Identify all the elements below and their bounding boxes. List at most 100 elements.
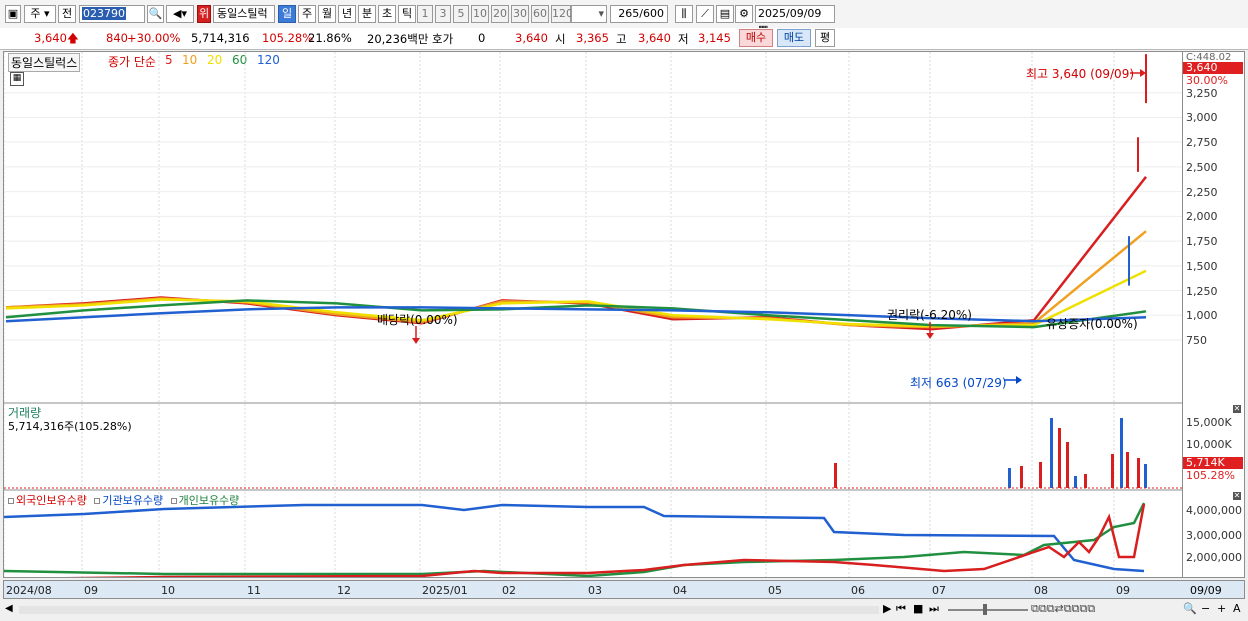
price-tick: 2,250 xyxy=(1186,185,1218,199)
rewind-icon[interactable]: ⏮ xyxy=(896,602,906,616)
price-tick: 2,750 xyxy=(1186,136,1218,150)
trade-amount: 20,236백만 xyxy=(367,32,429,46)
current-price-tag: 3,640 xyxy=(1183,62,1243,74)
price-tick: 1,500 xyxy=(1186,259,1218,273)
dividend-annotation: 배당락(0.00%) xyxy=(377,313,458,327)
interval-tab[interactable]: 5 xyxy=(453,5,469,23)
y-axis[interactable]: C:448.02 3,640 30.00% 3,250 3,000 2,750 2,5… xyxy=(1183,51,1245,578)
interval-tab[interactable]: 30 xyxy=(511,5,529,23)
period-tab[interactable]: 일 xyxy=(278,5,296,23)
zoom-slider-handle[interactable] xyxy=(983,604,987,615)
interval-dropdown[interactable]: ▾ xyxy=(571,5,607,23)
x-tick-label: 11 xyxy=(247,584,261,597)
window-icon[interactable]: ▣ xyxy=(5,5,21,23)
speaker-icon[interactable]: ◀▾ xyxy=(166,5,194,23)
candle-icon[interactable]: ⫼ xyxy=(675,5,693,23)
individual-holding-label[interactable]: 개인보유수량 xyxy=(179,494,240,507)
volume-bar xyxy=(1008,468,1011,488)
rights-annotation: 권리락(-6.20%) xyxy=(887,308,972,322)
price-tick: 750 xyxy=(1186,334,1207,347)
capital-annotation: 유상증자(0.00%) xyxy=(1046,317,1138,331)
volume-summary: 5,714,316주(105.28%) xyxy=(8,420,132,433)
stock-name-field[interactable]: 동일스틸럭 xyxy=(213,5,275,23)
open-value: 3,365 xyxy=(576,31,609,45)
draw-tool-icon[interactable]: ⟋ xyxy=(696,5,714,23)
type-select-label: 주 xyxy=(30,7,41,20)
forward-icon[interactable]: ⏭ xyxy=(929,602,939,616)
volume-bar xyxy=(1058,428,1061,488)
foreign-holding-label[interactable]: 외국인보유수량 xyxy=(16,494,87,507)
period-tab[interactable]: 초 xyxy=(378,5,396,23)
warning-tag: 위 xyxy=(197,5,211,23)
scroll-left-icon[interactable]: ◀ xyxy=(5,603,13,614)
search-icon[interactable]: 🔍 xyxy=(147,5,164,23)
count-field[interactable]: 265/600 xyxy=(610,5,668,23)
price-tick: 1,750 xyxy=(1186,235,1218,249)
x-tick-label: 09 xyxy=(1116,584,1130,597)
interval-tab[interactable]: 10 xyxy=(471,5,489,23)
current-price-value: 3,640 xyxy=(34,31,67,45)
x-tick-label: 07 xyxy=(932,584,946,597)
stop-icon[interactable]: ■ xyxy=(913,602,923,615)
interval-tab[interactable]: 20 xyxy=(491,5,509,23)
hold-tick-3000000: 3,000,000 xyxy=(1186,529,1242,542)
buy-button[interactable]: 매수 xyxy=(739,29,773,47)
auto-scale-icon[interactable]: A xyxy=(1233,602,1241,615)
stock-code-input[interactable]: 023790 xyxy=(79,5,145,23)
zoom-slider[interactable] xyxy=(948,609,1028,611)
volume-bar xyxy=(1144,464,1147,488)
scroll-right-icon[interactable]: ▶ xyxy=(883,602,891,615)
interval-tab[interactable]: 60 xyxy=(531,5,549,23)
gear-icon[interactable]: ⚙ xyxy=(735,5,753,23)
minus-icon[interactable]: − xyxy=(1201,602,1210,615)
prev-button[interactable]: 전 xyxy=(58,5,76,23)
zoom-icon[interactable]: 🔍 xyxy=(1183,602,1197,615)
interval-tab[interactable]: 1 xyxy=(417,5,433,23)
holding-legend-sq-2 xyxy=(94,498,101,504)
vol-tick-10000: 10,000K xyxy=(1186,438,1232,451)
period-tab[interactable]: 틱 xyxy=(398,5,416,23)
plus-icon[interactable]: + xyxy=(1217,602,1226,615)
interval-tab[interactable]: 3 xyxy=(435,5,451,23)
eval-button[interactable]: 평 xyxy=(815,29,835,47)
period-tab[interactable]: 년 xyxy=(338,5,356,23)
sell-button[interactable]: 매도 xyxy=(777,29,811,47)
low-arrow-head xyxy=(1016,376,1022,384)
low-label: 저 xyxy=(678,32,689,46)
volume-bar xyxy=(1050,418,1053,488)
open-label: 시 xyxy=(555,32,566,46)
institution-holding-label[interactable]: 기관보유수량 xyxy=(102,494,163,507)
price-tick: 3,250 xyxy=(1186,86,1218,100)
scroll-track[interactable] xyxy=(19,606,879,614)
close-icon[interactable]: ✕ xyxy=(1233,492,1241,500)
date-picker[interactable]: 2025/09/09 ▦ xyxy=(755,5,835,36)
vol-tick-15000: 15,000K xyxy=(1186,416,1232,429)
bottom-scroll-bar: ◀ ▶ ⏮ ■ ⏭ ⧉⧉⧉⇄⧉⧉⧉⧉ 🔍 − + A xyxy=(3,601,1245,619)
x-tick-label: 06 xyxy=(851,584,865,597)
holding-legend-sq-3 xyxy=(170,498,177,504)
period-tab[interactable]: 분 xyxy=(358,5,376,23)
volume-bar xyxy=(1137,458,1140,488)
x-tick-label: 03 xyxy=(588,584,602,597)
volume-ratio: 105.28% xyxy=(262,31,314,45)
chart-area[interactable]: 동일스틸럭스 종가 단순 5 10 20 60 120 ▦ 거래량 5,714,316주… xyxy=(3,51,1183,578)
rights-arrow-head xyxy=(926,333,934,339)
institution-holding-line xyxy=(4,503,1145,573)
period-tab[interactable]: 주 xyxy=(298,5,316,23)
close-icon[interactable]: ✕ xyxy=(1233,405,1241,413)
holding-legend: 외국인보유수량 기관보유수량 개인보유수량 xyxy=(8,492,239,508)
type-select[interactable]: 주 ▾ xyxy=(24,5,56,23)
low-annotation: 최저 663 (07/29) xyxy=(910,376,1007,390)
count-max: /600 xyxy=(639,7,664,20)
chart-tools-icons[interactable]: ⧉⧉⧉⇄⧉⧉⧉⧉ xyxy=(1031,602,1095,616)
count-value: 265 xyxy=(618,7,640,20)
period-tab[interactable]: 월 xyxy=(318,5,336,23)
volume-bar xyxy=(1120,418,1123,488)
main-toolbar: ▣ 주 ▾ 전 023790 🔍 ◀▾ 위 동일스틸럭 일주월년분초틱 1351… xyxy=(0,0,1248,36)
save-icon[interactable]: ▤ xyxy=(716,5,734,23)
price-tick: 2,000 xyxy=(1186,210,1218,224)
x-tick-label: 09 xyxy=(84,584,98,597)
hold-tick-2000000: 2,000,000 xyxy=(1186,551,1242,564)
interval-tab[interactable]: 120 xyxy=(551,5,573,23)
price-tick: 3,000 xyxy=(1186,111,1218,125)
